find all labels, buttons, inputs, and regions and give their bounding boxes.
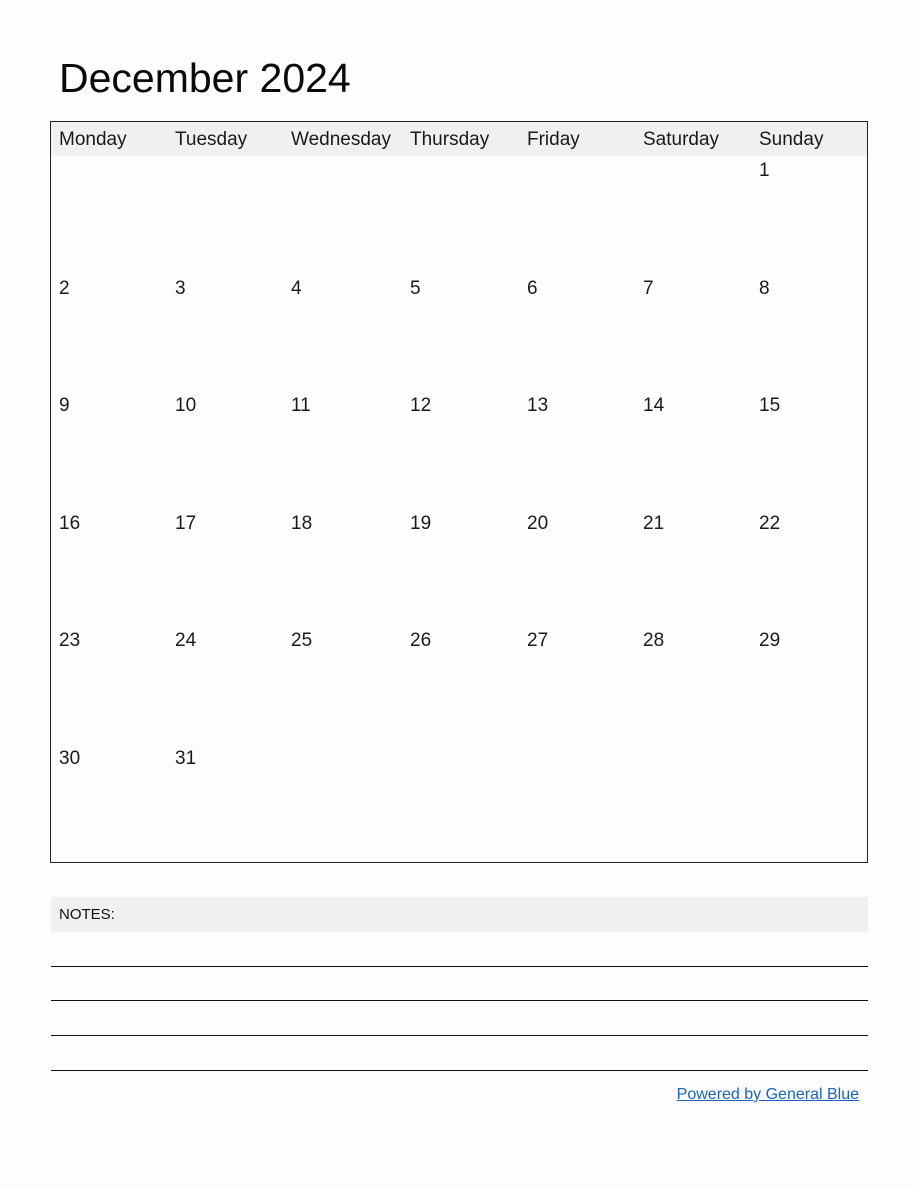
weekday-saturday: Saturday bbox=[643, 129, 720, 150]
day-21: 21 bbox=[643, 513, 665, 534]
day-15: 15 bbox=[759, 395, 781, 416]
day-10: 10 bbox=[175, 395, 197, 416]
day-9: 9 bbox=[59, 395, 70, 416]
weekday-header-row: Monday Tuesday Wednesday Thursday Friday… bbox=[51, 122, 867, 156]
day-27: 27 bbox=[527, 630, 549, 651]
day-29: 29 bbox=[759, 630, 781, 651]
note-line bbox=[51, 966, 868, 967]
notes-header: NOTES: bbox=[51, 897, 868, 932]
day-2: 2 bbox=[59, 278, 70, 299]
day-19: 19 bbox=[410, 513, 432, 534]
weekday-wednesday: Wednesday bbox=[291, 129, 391, 150]
day-30: 30 bbox=[59, 748, 81, 769]
day-31: 31 bbox=[175, 748, 197, 769]
weekday-tuesday: Tuesday bbox=[175, 129, 248, 150]
powered-by-link[interactable]: Powered by General Blue bbox=[677, 1086, 859, 1104]
day-14: 14 bbox=[643, 395, 665, 416]
day-25: 25 bbox=[291, 630, 313, 651]
day-26: 26 bbox=[410, 630, 432, 651]
day-22: 22 bbox=[759, 513, 781, 534]
day-24: 24 bbox=[175, 630, 197, 651]
day-12: 12 bbox=[410, 395, 432, 416]
weekday-monday: Monday bbox=[59, 129, 127, 150]
day-17: 17 bbox=[175, 513, 197, 534]
day-7: 7 bbox=[643, 278, 654, 299]
day-11: 11 bbox=[291, 395, 311, 416]
day-13: 13 bbox=[527, 395, 549, 416]
day-20: 20 bbox=[527, 513, 549, 534]
weekday-sunday: Sunday bbox=[759, 129, 824, 150]
day-3: 3 bbox=[175, 278, 186, 299]
day-5: 5 bbox=[410, 278, 421, 299]
weekday-friday: Friday bbox=[527, 129, 580, 150]
note-line bbox=[51, 1070, 868, 1071]
weekday-thursday: Thursday bbox=[410, 129, 490, 150]
day-23: 23 bbox=[59, 630, 81, 651]
day-16: 16 bbox=[59, 513, 81, 534]
day-28: 28 bbox=[643, 630, 665, 651]
note-line bbox=[51, 1035, 868, 1036]
note-line bbox=[51, 1000, 868, 1001]
notes-label: NOTES: bbox=[59, 906, 115, 923]
day-4: 4 bbox=[291, 278, 302, 299]
day-18: 18 bbox=[291, 513, 313, 534]
day-8: 8 bbox=[759, 278, 770, 299]
day-1: 1 bbox=[759, 160, 770, 181]
day-6: 6 bbox=[527, 278, 538, 299]
calendar-title: December 2024 bbox=[59, 55, 351, 101]
calendar-grid: Monday Tuesday Wednesday Thursday Friday… bbox=[50, 121, 868, 863]
